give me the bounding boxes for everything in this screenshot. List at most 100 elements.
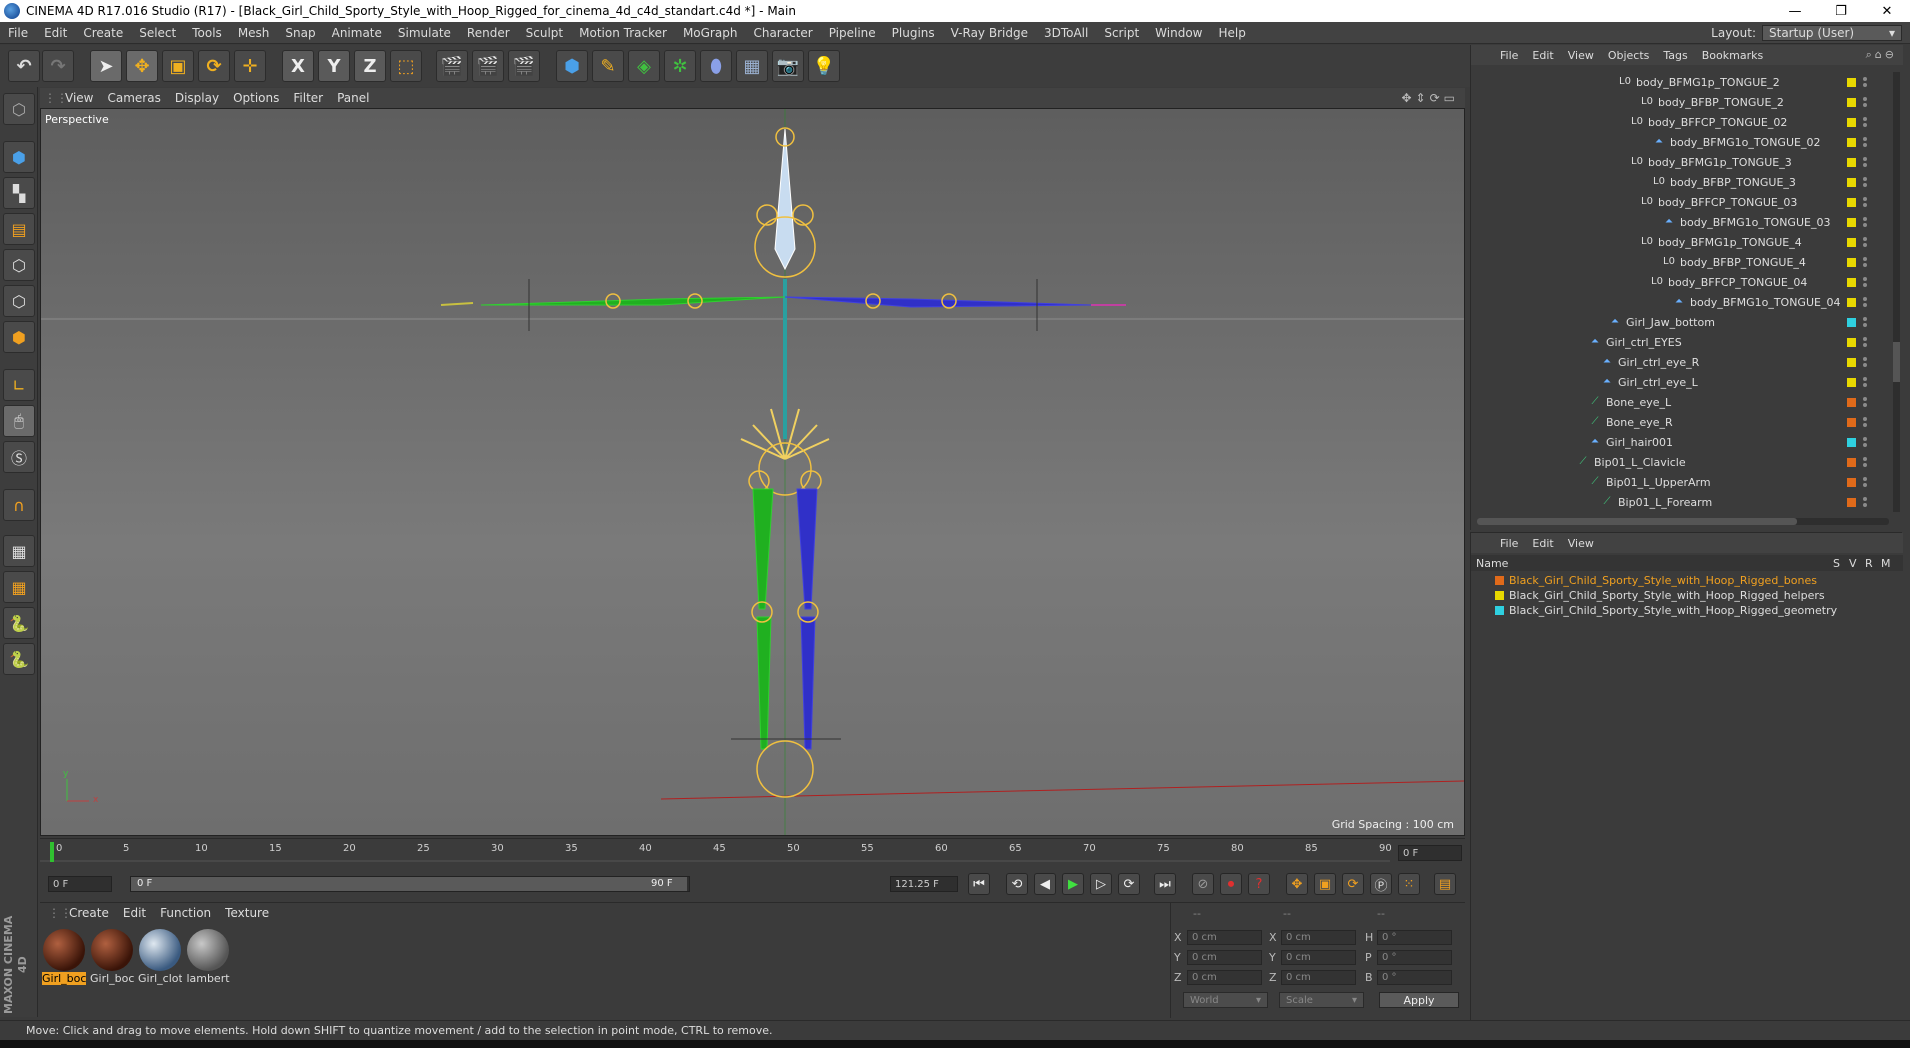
- start-frame-field[interactable]: 0 F: [48, 876, 112, 892]
- menu-animate[interactable]: Animate: [324, 26, 390, 40]
- layer-color-swatch[interactable]: [1495, 576, 1504, 585]
- object-tree[interactable]: L0 body_BFMG1p_TONGUE_2 L0 body_BFBP_TONGU…: [1471, 72, 1903, 512]
- tree-row[interactable]: ⟋ Bip01_L_Clavicle: [1471, 452, 1891, 472]
- menu-simulate[interactable]: Simulate: [390, 26, 459, 40]
- tree-row[interactable]: ⏶ Girl_ctrl_EYES: [1471, 332, 1891, 352]
- tree-row[interactable]: ⟋ Bone_eye_R: [1471, 412, 1891, 432]
- menu-pipeline[interactable]: Pipeline: [821, 26, 884, 40]
- scrollbar-thumb[interactable]: [1477, 518, 1797, 525]
- tree-row[interactable]: ⏶ Girl_hair001: [1471, 432, 1891, 452]
- next-key-button[interactable]: ⟳: [1118, 873, 1140, 895]
- scrollbar-thumb[interactable]: [1893, 342, 1900, 382]
- editor-visibility-dot[interactable]: [1863, 277, 1867, 281]
- editor-visibility-dot[interactable]: [1863, 477, 1867, 481]
- solo-button[interactable]: Ⓢ: [3, 441, 35, 473]
- key-scale-button[interactable]: ▣: [1314, 873, 1336, 895]
- texture-mode-button[interactable]: ▚: [3, 177, 35, 209]
- tree-row[interactable]: ⏶ Girl_ctrl_eye_L: [1471, 372, 1891, 392]
- points-mode-button[interactable]: ⬡: [3, 249, 35, 281]
- play-button[interactable]: ▶: [1062, 873, 1084, 895]
- menu-window[interactable]: Window: [1147, 26, 1210, 40]
- render-visibility-dot[interactable]: [1863, 203, 1867, 207]
- viewport-menu-panel[interactable]: Panel: [330, 91, 376, 105]
- editor-visibility-dot[interactable]: [1863, 397, 1867, 401]
- python-script-button[interactable]: 🐍: [3, 607, 35, 639]
- tree-row[interactable]: L0 body_BFBP_TONGUE_3: [1471, 172, 1891, 192]
- redo-button[interactable]: ↷: [42, 50, 74, 82]
- go-to-start-button[interactable]: ⏮: [968, 873, 990, 895]
- render-visibility-dot[interactable]: [1863, 283, 1867, 287]
- render-visibility-dot[interactable]: [1863, 323, 1867, 327]
- z-axis-lock-button[interactable]: Z: [354, 50, 386, 82]
- size-y-field[interactable]: 0 cm: [1281, 950, 1356, 965]
- cloner-button[interactable]: ✲: [664, 50, 696, 82]
- y-axis-lock-button[interactable]: Y: [318, 50, 350, 82]
- keyframe-selection-button[interactable]: ?: [1248, 873, 1270, 895]
- editor-visibility-dot[interactable]: [1863, 417, 1867, 421]
- key-pla-button[interactable]: ⁙: [1398, 873, 1420, 895]
- menu-snap[interactable]: Snap: [277, 26, 323, 40]
- viewport-menu-options[interactable]: Options: [226, 91, 286, 105]
- rotation-h-field[interactable]: 0 °: [1377, 930, 1452, 945]
- menu-plugins[interactable]: Plugins: [884, 26, 943, 40]
- move-tool-button[interactable]: ✥: [126, 50, 158, 82]
- rotation-b-field[interactable]: 0 °: [1377, 970, 1452, 985]
- render-visibility-dot[interactable]: [1863, 143, 1867, 147]
- tree-row[interactable]: ⟋ Bip01_L_Forearm: [1471, 492, 1891, 512]
- object-horizontal-scrollbar[interactable]: [1477, 518, 1889, 525]
- render-view-button[interactable]: 🎬: [436, 50, 468, 82]
- editor-visibility-dot[interactable]: [1863, 297, 1867, 301]
- edges-mode-button[interactable]: ⬡: [3, 285, 35, 317]
- previous-frame-button[interactable]: ◀: [1034, 873, 1056, 895]
- object-menu-objects[interactable]: Objects: [1601, 49, 1657, 62]
- cube-object-button[interactable]: ⬢: [556, 50, 588, 82]
- editor-visibility-dot[interactable]: [1863, 177, 1867, 181]
- render-visibility-dot[interactable]: [1863, 243, 1867, 247]
- polygons-mode-button[interactable]: ⬢: [3, 321, 35, 353]
- material-item[interactable]: Girl_clot: [138, 929, 182, 985]
- tree-row[interactable]: L0 body_BFFCP_TONGUE_02: [1471, 112, 1891, 132]
- object-menu-view[interactable]: View: [1561, 49, 1601, 62]
- size-x-field[interactable]: 0 cm: [1281, 930, 1356, 945]
- editor-visibility-dot[interactable]: [1863, 197, 1867, 201]
- layer-row-helpers[interactable]: Black_Girl_Child_Sporty_Style_with_Hoop_…: [1471, 588, 1903, 603]
- editor-visibility-dot[interactable]: [1863, 317, 1867, 321]
- position-x-field[interactable]: 0 cm: [1187, 930, 1262, 945]
- render-visibility-dot[interactable]: [1863, 483, 1867, 487]
- previous-key-button[interactable]: ⟲: [1006, 873, 1028, 895]
- light-object-button[interactable]: 💡: [808, 50, 840, 82]
- tree-row[interactable]: ⏶ Girl_ctrl_eye_R: [1471, 352, 1891, 372]
- undo-button[interactable]: ↶: [8, 50, 40, 82]
- menu-render[interactable]: Render: [459, 26, 518, 40]
- timeline-window-button[interactable]: ▤: [1434, 873, 1456, 895]
- current-frame-field[interactable]: 0 F: [1398, 845, 1462, 861]
- layer-row-bones[interactable]: Black_Girl_Child_Sporty_Style_with_Hoop_…: [1471, 573, 1903, 588]
- object-menu-tags[interactable]: Tags: [1656, 49, 1694, 62]
- menu-character[interactable]: Character: [745, 26, 820, 40]
- material-item[interactable]: Girl_boc: [90, 929, 134, 985]
- timeline-ruler[interactable]: 0 5 10 15 20 25 30 35 40 45 50 55 60 65 …: [40, 838, 1465, 866]
- skeleton-rig[interactable]: [41, 109, 1465, 836]
- snap-button[interactable]: ∩: [3, 489, 35, 521]
- layout-select[interactable]: Startup (User) ▾: [1762, 25, 1902, 41]
- render-visibility-dot[interactable]: [1863, 223, 1867, 227]
- key-position-button[interactable]: ✥: [1286, 873, 1308, 895]
- menu-file[interactable]: File: [0, 26, 36, 40]
- maximize-button[interactable]: ❐: [1818, 0, 1864, 22]
- workplane-lock-button[interactable]: ▦: [3, 535, 35, 567]
- tweak-mode-button[interactable]: 🖱: [3, 405, 35, 437]
- menu-script[interactable]: Script: [1096, 26, 1147, 40]
- subdivision-surface-button[interactable]: ◈: [628, 50, 660, 82]
- render-to-picture-viewer-button[interactable]: 🎬: [472, 50, 504, 82]
- scale-tool-button[interactable]: ▣: [162, 50, 194, 82]
- tree-row[interactable]: ⏶ body_BFMG1o_TONGUE_04: [1471, 292, 1891, 312]
- object-vertical-scrollbar[interactable]: [1893, 72, 1900, 512]
- render-visibility-dot[interactable]: [1863, 423, 1867, 427]
- render-visibility-dot[interactable]: [1863, 363, 1867, 367]
- deformer-button[interactable]: ⬮: [700, 50, 732, 82]
- camera-object-button[interactable]: 📷: [772, 50, 804, 82]
- apply-button[interactable]: Apply: [1379, 992, 1459, 1008]
- tree-row[interactable]: L0 body_BFMG1p_TONGUE_4: [1471, 232, 1891, 252]
- editor-visibility-dot[interactable]: [1863, 337, 1867, 341]
- render-visibility-dot[interactable]: [1863, 463, 1867, 467]
